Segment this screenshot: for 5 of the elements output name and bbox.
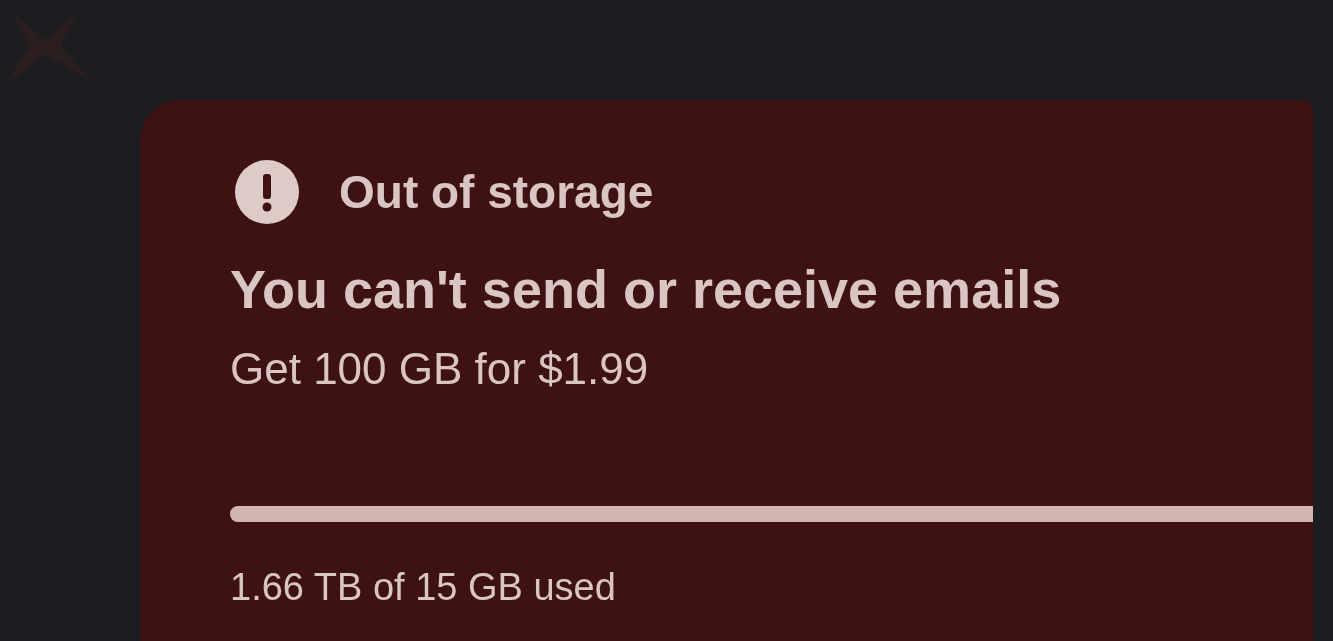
storage-offer-text: Get 100 GB for $1.99 bbox=[230, 344, 650, 394]
alert-title: Out of storage bbox=[339, 165, 654, 219]
storage-used-text: 1.66 TB of 15 GB used bbox=[230, 566, 617, 609]
alert-heading: You can't send or receive emails bbox=[230, 258, 1063, 320]
warning-icon bbox=[235, 160, 299, 224]
